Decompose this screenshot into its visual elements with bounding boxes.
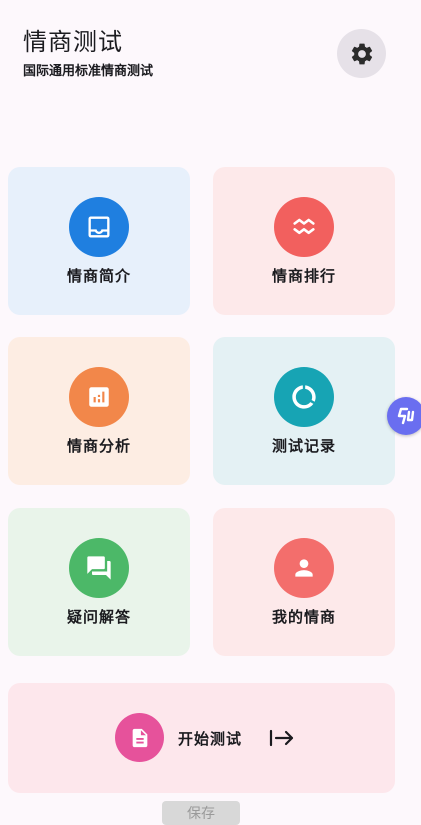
donut-icon bbox=[292, 385, 316, 409]
card-eq-analysis[interactable]: 情商分析 bbox=[8, 337, 190, 485]
card-eq-analysis-circle bbox=[69, 367, 129, 427]
card-label: 情商排行 bbox=[271, 267, 336, 285]
card-eq-ranking[interactable]: 情商排行 bbox=[213, 167, 395, 315]
gear-icon bbox=[351, 43, 372, 64]
start-test-circle bbox=[115, 713, 164, 762]
card-faq-circle bbox=[69, 538, 129, 598]
page-title: 情商测试 bbox=[23, 28, 123, 56]
bar-chart-icon bbox=[89, 387, 109, 407]
card-label: 情商简介 bbox=[66, 267, 131, 285]
assistant-logo-icon bbox=[397, 407, 415, 425]
card-faq[interactable]: 疑问解答 bbox=[8, 508, 190, 656]
card-eq-intro[interactable]: 情商简介 bbox=[8, 167, 190, 315]
inbox-icon bbox=[88, 216, 110, 238]
card-my-eq[interactable]: 我的情商 bbox=[213, 508, 395, 656]
card-eq-intro-circle bbox=[69, 197, 129, 257]
card-label: 疑问解答 bbox=[66, 608, 131, 626]
start-test-button[interactable]: 开始测试 bbox=[8, 683, 395, 793]
page-subtitle: 国际通用标准情商测试 bbox=[23, 64, 154, 79]
settings-button[interactable] bbox=[337, 29, 386, 78]
trend-icon bbox=[293, 218, 315, 235]
document-icon bbox=[132, 728, 147, 747]
card-test-records[interactable]: 测试记录 bbox=[213, 337, 395, 485]
person-icon bbox=[295, 559, 313, 577]
card-label: 情商分析 bbox=[66, 437, 131, 455]
card-my-eq-circle bbox=[274, 538, 334, 598]
floating-assistant-button[interactable] bbox=[387, 397, 421, 435]
card-label: 测试记录 bbox=[271, 437, 336, 455]
save-button[interactable]: 保存 bbox=[162, 801, 240, 825]
start-test-label: 开始测试 bbox=[178, 730, 243, 748]
card-eq-ranking-circle bbox=[274, 197, 334, 257]
header: 情商测试 国际通用标准情商测试 bbox=[0, 0, 421, 100]
chat-icon bbox=[87, 556, 111, 580]
card-label: 我的情商 bbox=[271, 608, 336, 626]
card-test-records-circle bbox=[274, 367, 334, 427]
arrow-right-to-bar-icon bbox=[269, 729, 294, 747]
